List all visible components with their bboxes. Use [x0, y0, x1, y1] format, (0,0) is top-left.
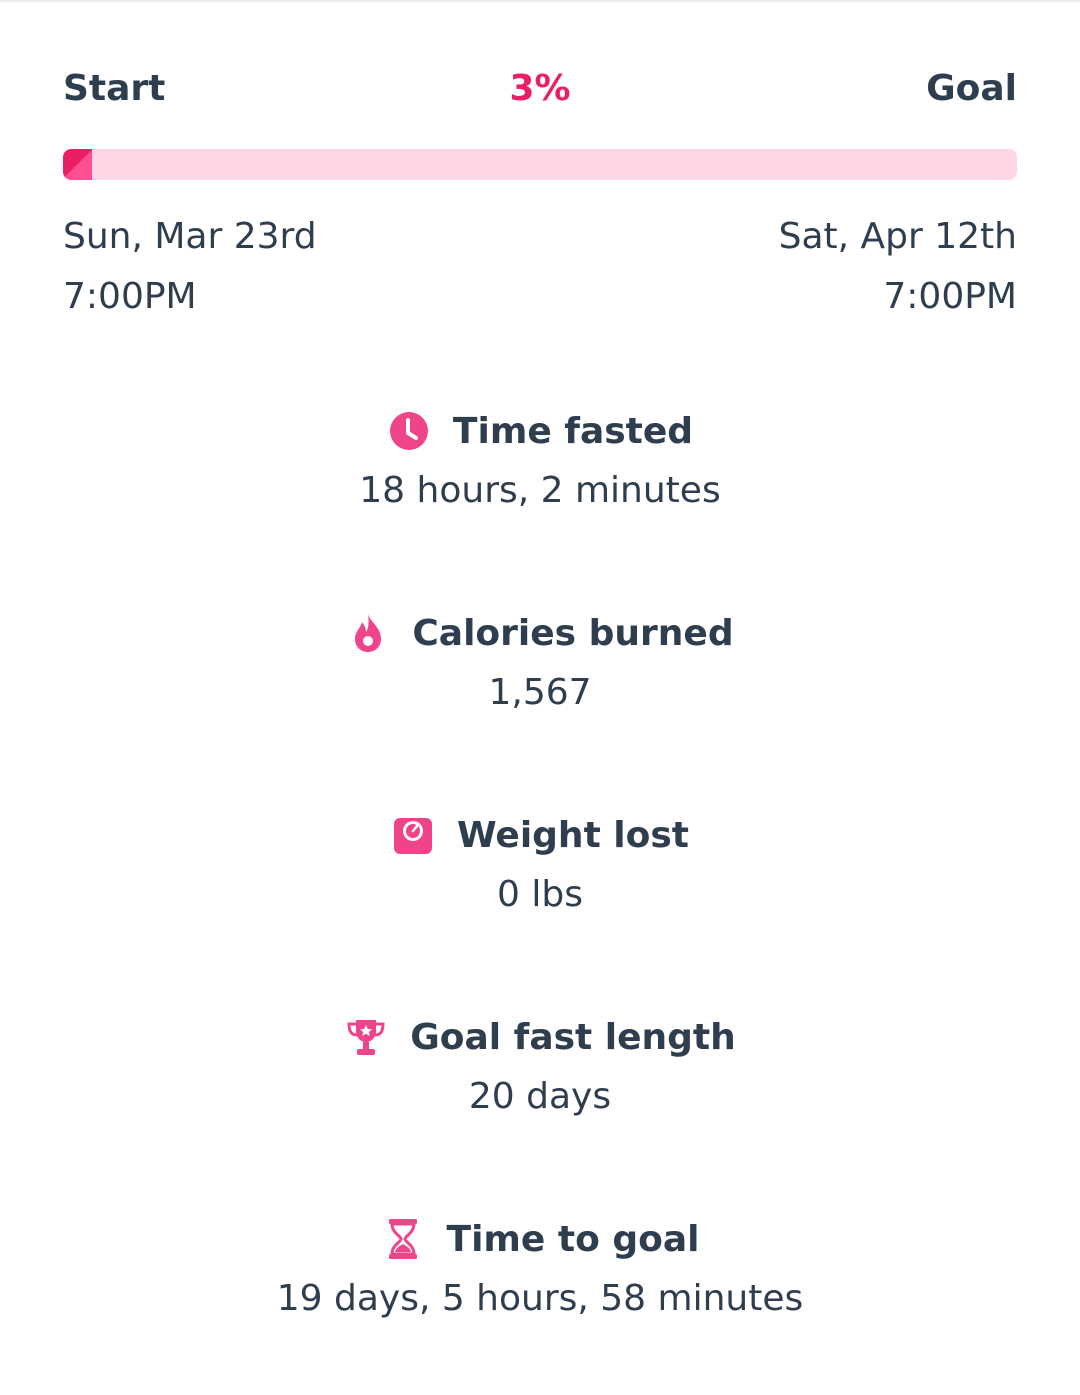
stat-title: Time to goal [446, 1218, 700, 1260]
progress-percent: 3% [509, 68, 571, 109]
stat-value: 1,567 [488, 672, 592, 713]
goal-label: Goal [926, 68, 1017, 109]
stat-calories-burned: Calories burned 1,567 [0, 608, 1080, 713]
stat-time-fasted: Time fasted 18 hours, 2 minutes [0, 406, 1080, 512]
end-time: 7:00PM [883, 276, 1017, 317]
clock-icon [387, 409, 431, 453]
stat-value: 20 days [468, 1076, 612, 1117]
start-time: 7:00PM [63, 276, 197, 317]
stat-title: Goal fast length [410, 1016, 736, 1058]
start-date: Sun, Mar 23rd [63, 216, 317, 257]
hourglass-icon [381, 1217, 425, 1261]
end-date: Sat, Apr 12th [778, 216, 1017, 257]
scale-icon [391, 813, 435, 857]
stat-weight-lost: Weight lost 0 lbs [0, 810, 1080, 915]
stat-title: Time fasted [452, 410, 694, 452]
stat-title: Calories burned [412, 612, 734, 654]
start-datetime: Sun, Mar 23rd 7:00PM [63, 207, 317, 327]
stat-value: 0 lbs [497, 874, 583, 915]
progress-labels: Start 3% Goal [63, 68, 1017, 118]
stat-goal-fast-length: Goal fast length 20 days [0, 1012, 1080, 1117]
progress-bar [63, 149, 1017, 180]
stat-value: 19 days, 5 hours, 58 minutes [276, 1278, 804, 1319]
end-datetime: Sat, Apr 12th 7:00PM [779, 207, 1017, 327]
progress-bar-fill [63, 149, 92, 180]
trophy-icon [344, 1015, 388, 1059]
top-divider [0, 0, 1080, 2]
flame-icon [346, 611, 390, 655]
stat-title: Weight lost [456, 814, 690, 856]
stat-time-to-goal: Time to goal 19 days, 5 hours, 58 minute… [0, 1214, 1080, 1320]
stat-value: 18 hours, 2 minutes [359, 470, 721, 511]
